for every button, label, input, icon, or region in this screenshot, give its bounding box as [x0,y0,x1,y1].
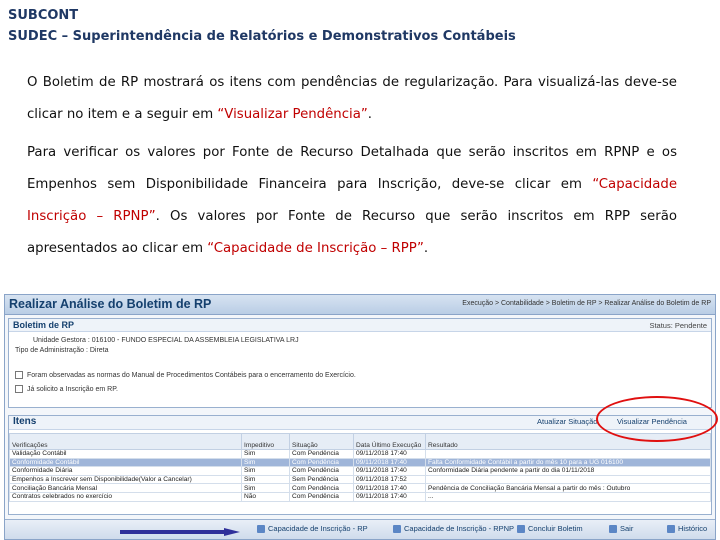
historico-label: Histórico [678,524,708,533]
cell: Sim [241,483,290,493]
cell: Pendência de Conciliação Bancária Mensal… [425,483,711,493]
table-row[interactable]: Conformidade Diária Sim Com Pendência 09/11… [9,466,711,476]
capacity-icon [393,525,401,534]
check-icon [517,525,525,534]
cell: Empenhos a Inscrever sem Disponibilidade… [9,474,242,485]
table-row-selected[interactable]: Conformidade Contábil Sim Com Pendência 09/… [9,457,711,468]
inscricao-checkbox[interactable] [15,385,23,393]
cell: Sim [241,474,290,485]
p1-end: . [367,107,372,122]
table-row[interactable]: Validação Contábil Sim Com Pendência 09/11/… [9,449,711,459]
cell: 09/11/2018 17:40 [353,466,426,476]
capacidade-rpnp-button[interactable]: Capacidade de Inscrição - RPNP [393,524,515,534]
tipo-administracao: Tipo de Administração : Direta [15,347,109,354]
footer-toolbar: Capacidade de Inscrição - RP Capacidade … [5,519,715,539]
table-row[interactable]: Empenhos a Inscrever sem Disponibilidade… [9,474,711,485]
atualizar-situacao-button[interactable]: Atualizar Situação [537,417,597,426]
status-label: Status: Pendente [649,321,707,330]
boletim-panel-header: Boletim de RP Status: Pendente [9,319,711,332]
col-data-execucao[interactable]: Data Último Execução [353,433,426,450]
cell: Não [241,491,290,502]
table-row[interactable]: Contratos celebrados no exercício Não Com … [9,491,711,502]
check-inscricao-row[interactable]: Já solicito a Inscrição em RP. [15,385,118,393]
annotation-arrow [120,528,240,536]
boletim-panel-title: Boletim de RP [13,320,75,330]
historico-button[interactable]: Histórico [667,524,708,534]
cell: Com Pendência [289,457,354,468]
cell: Sim [241,449,290,459]
unidade-gestora: Unidade Gestora : 016100 - FUNDO ESPECIA… [33,337,299,344]
cell: Com Pendência [289,483,354,493]
sair-label: Sair [620,524,634,533]
cell: Conformidade Diária [9,466,242,476]
sair-button[interactable]: Sair [609,524,634,534]
cell: Com Pendência [289,491,354,502]
concluir-boletim-button[interactable]: Concluir Boletim [517,524,583,534]
col-impeditivo[interactable]: Impeditivo [241,433,290,450]
cell [425,474,711,485]
capacidade-rpp-label: Capacidade de Inscrição - RP [268,524,368,533]
normas-label: Foram observadas as normas do Manual de … [27,371,356,379]
screenshot-titlebar: Realizar Análise do Boletim de RP Execuç… [5,295,715,315]
cell: 09/11/2018 17:40 [353,457,426,468]
col-verificacoes[interactable]: Verificações [9,433,242,450]
capacidade-rpp-button[interactable]: Capacidade de Inscrição - RP [257,524,368,534]
p2-highlight-rpp: “Capacidade de Inscrição – RPP” [207,241,424,256]
cell: 09/11/2018 17:52 [353,474,426,485]
cell: ... [425,491,711,502]
cell: 09/11/2018 17:40 [353,483,426,493]
col-situacao[interactable]: Situação [289,433,354,450]
history-icon [667,525,675,534]
cell: Falta Conformidade Contábil a partir do … [425,457,711,468]
cell: 09/11/2018 17:40 [353,491,426,502]
paragraph-2: Para verificar os valores por Fonte de R… [27,137,677,265]
cell: Com Pendência [289,466,354,476]
boletim-panel: Boletim de RP Status: Pendente Unidade G… [8,318,712,408]
capacidade-rpnp-label: Capacidade de Inscrição - RPNP [404,524,515,533]
p2-text-a: Para verificar os valores por Fonte de R… [27,145,677,192]
p2-end: . [423,241,429,256]
cell: 09/11/2018 17:40 [353,449,426,459]
screenshot-title: Realizar Análise do Boletim de RP [9,297,212,311]
p1-highlight: “Visualizar Pendência” [217,107,368,122]
normas-checkbox[interactable] [15,371,23,379]
capacity-icon [257,525,265,534]
breadcrumb[interactable]: Execução > Contabilidade > Boletim de RP… [462,300,711,307]
header-subcont: SUBCONT [8,8,79,23]
cell: Sim [241,466,290,476]
header-sudec: SUDEC – Superintendência de Relatórios e… [8,29,516,44]
items-table: Verificações Impeditivo Situação Data Úl… [9,433,711,502]
cell: Validação Contábil [9,449,242,459]
exit-icon [609,525,617,534]
inscricao-label: Já solicito a Inscrição em RP. [27,385,118,393]
cell: Conformidade Diária pendente a partir do… [425,466,711,476]
items-table-header: Verificações Impeditivo Situação Data Úl… [9,433,711,450]
items-title: Itens [13,416,37,427]
table-row[interactable]: Conciliação Bancária Mensal Sim Com Pendên… [9,483,711,493]
cell: Sim [241,457,290,468]
cell: Sem Pendência [289,474,354,485]
arrow-shaft [120,530,226,534]
cell [425,449,711,459]
concluir-boletim-label: Concluir Boletim [528,524,583,533]
cell: Com Pendência [289,449,354,459]
cell: Conciliação Bancária Mensal [9,483,242,493]
check-normas-row[interactable]: Foram observadas as normas do Manual de … [15,371,356,379]
paragraph-1: O Boletim de RP mostrará os itens com pe… [27,67,677,131]
cell: Contratos celebrados no exercício [9,491,242,502]
cell: Conformidade Contábil [9,457,242,468]
arrow-head [224,528,240,536]
highlight-ellipse [596,396,718,442]
